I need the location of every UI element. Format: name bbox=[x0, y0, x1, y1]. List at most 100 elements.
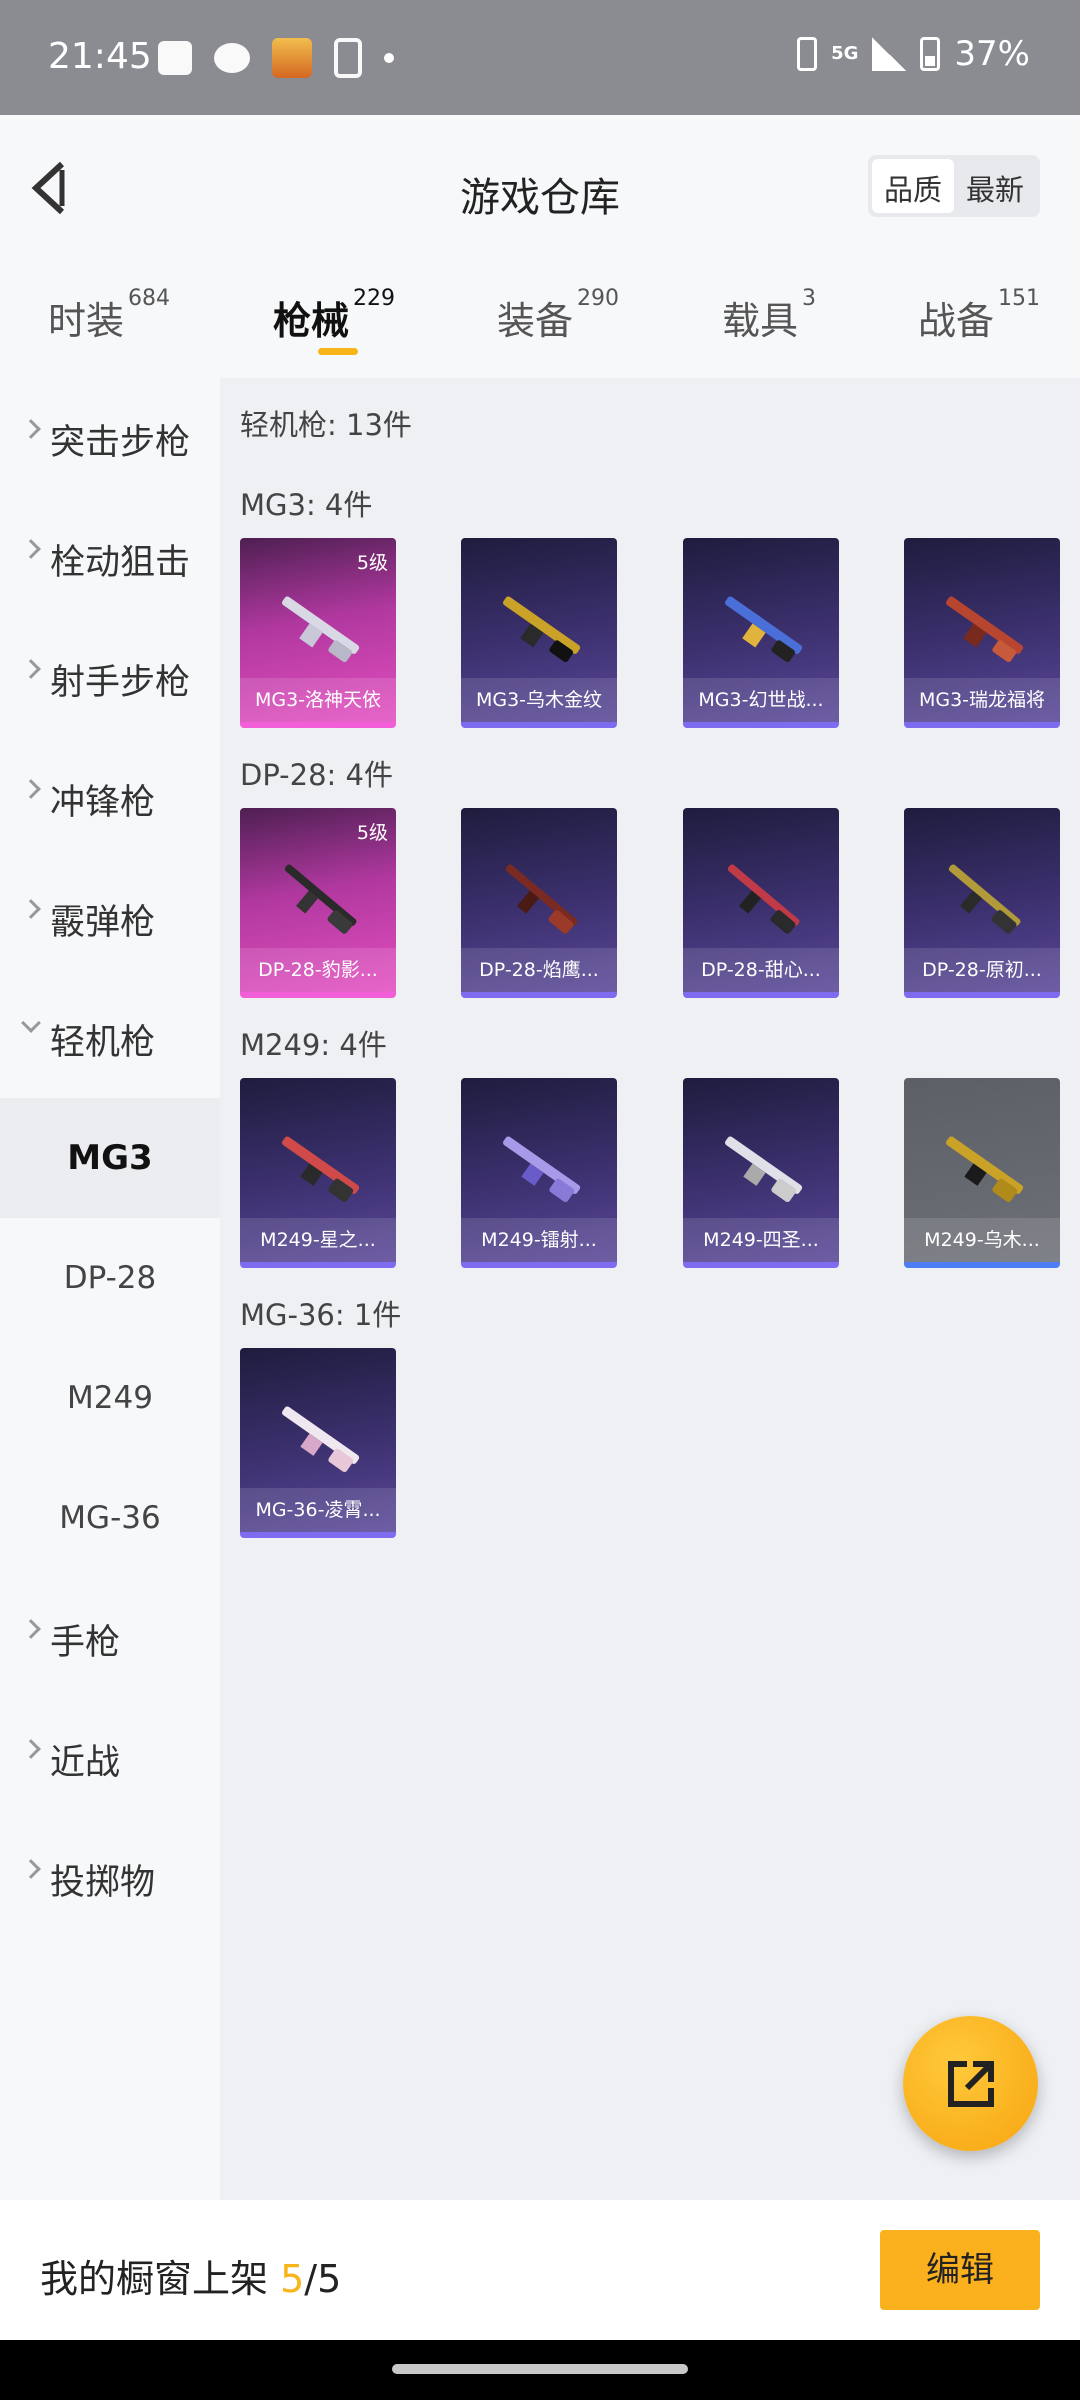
item-card[interactable]: DP-28-焰鹰... bbox=[461, 808, 617, 998]
sidebar-subitem-mg3[interactable]: MG3 bbox=[0, 1098, 220, 1218]
level-badge: 5级 bbox=[356, 822, 388, 844]
item-name: MG-36-凌霄... bbox=[240, 1488, 396, 1532]
item-name: M249-星之... bbox=[240, 1218, 396, 1262]
chevron-down-icon bbox=[21, 1013, 41, 1033]
machine-gun-icon bbox=[946, 1136, 1024, 1203]
machine-gun-icon bbox=[282, 1136, 360, 1203]
tab-guns[interactable]: 枪械229 bbox=[273, 286, 395, 345]
sidebar-item-label: 轻机枪 bbox=[50, 1023, 156, 1063]
category-tabs: 时装684 枪械229 装备290 载具3 战备151 bbox=[0, 260, 1080, 378]
sidebar-item-pistol[interactable]: 手枪 bbox=[0, 1578, 220, 1698]
sidebar-item-label: 冲锋枪 bbox=[50, 783, 156, 823]
battery-icon bbox=[920, 37, 941, 71]
sort-quality-button[interactable]: 品质 bbox=[871, 159, 954, 213]
tab-supplies[interactable]: 战备151 bbox=[918, 286, 1040, 345]
network-label: 5G bbox=[831, 43, 859, 64]
sidebar-item-label: 投掷物 bbox=[50, 1863, 156, 1903]
sidebar-item-label: 射手步枪 bbox=[50, 663, 191, 703]
chevron-right-icon bbox=[21, 419, 41, 439]
sidebar: 突击步枪 栓动狙击 射手步枪 冲锋枪 霰弹枪 轻机枪 MG3 DP-28 M24… bbox=[0, 378, 220, 2200]
share-button[interactable] bbox=[903, 2016, 1038, 2151]
item-card[interactable]: M249-星之... bbox=[240, 1078, 396, 1268]
machine-gun-icon bbox=[505, 864, 578, 934]
battery-level: 37% bbox=[954, 34, 1030, 74]
status-bar: 21:45 5G 37% bbox=[0, 0, 1080, 115]
notification-icons bbox=[158, 36, 394, 80]
machine-gun-icon bbox=[284, 864, 357, 934]
sidebar-item-assault-rifle[interactable]: 突击步枪 bbox=[0, 378, 220, 498]
item-card[interactable]: M249-乌木... bbox=[904, 1078, 1060, 1268]
showcase-total-count: /5 bbox=[304, 2257, 342, 2301]
sort-latest-button[interactable]: 最新 bbox=[954, 159, 1036, 213]
chevron-right-icon bbox=[21, 1619, 41, 1639]
nfc-icon bbox=[797, 37, 818, 71]
tab-count: 3 bbox=[802, 286, 817, 311]
item-card[interactable]: 5级 DP-28-豹影... bbox=[240, 808, 396, 998]
showcase-label: 我的橱窗上架 bbox=[40, 2257, 269, 2301]
system-icons: 5G 37% bbox=[797, 34, 1030, 74]
tab-label: 战备 bbox=[918, 299, 995, 343]
item-card[interactable]: 5级 MG3-洛神天依 bbox=[240, 538, 396, 728]
group-title: DP-28: 4件 bbox=[240, 758, 393, 792]
tab-count: 290 bbox=[577, 286, 620, 311]
item-name: M249-乌木... bbox=[904, 1218, 1060, 1262]
tab-fashion[interactable]: 时装684 bbox=[48, 286, 170, 345]
item-name: DP-28-甜心... bbox=[683, 948, 839, 992]
sidebar-item-label: 霰弹枪 bbox=[50, 903, 156, 943]
external-link-icon bbox=[948, 2061, 994, 2107]
sidebar-item-label: 栓动狙击 bbox=[50, 543, 191, 583]
item-card[interactable]: MG3-乌木金纹 bbox=[461, 538, 617, 728]
item-grid-area: 轻机枪: 13件 MG3: 4件 5级 MG3-洛神天依 MG3-乌木金纹 MG… bbox=[220, 378, 1080, 2200]
chevron-right-icon bbox=[21, 539, 41, 559]
total-count: 轻机枪: 13件 bbox=[240, 408, 412, 442]
machine-gun-icon bbox=[948, 864, 1021, 934]
sidebar-item-smg[interactable]: 冲锋枪 bbox=[0, 738, 220, 858]
sort-toggle: 品质 最新 bbox=[867, 155, 1040, 217]
machine-gun-icon bbox=[503, 596, 581, 663]
item-card[interactable]: MG3-幻世战... bbox=[683, 538, 839, 728]
phone-sync-icon bbox=[334, 38, 362, 78]
tab-vehicles[interactable]: 载具3 bbox=[722, 286, 816, 345]
sidebar-item-lmg[interactable]: 轻机枪 bbox=[0, 978, 220, 1098]
sidebar-item-bolt-sniper[interactable]: 栓动狙击 bbox=[0, 498, 220, 618]
chevron-right-icon bbox=[21, 1859, 41, 1879]
group-title: MG-36: 1件 bbox=[240, 1298, 402, 1332]
item-card[interactable]: M249-镭射... bbox=[461, 1078, 617, 1268]
wechat-icon bbox=[214, 43, 250, 73]
chevron-right-icon bbox=[21, 659, 41, 679]
sidebar-item-throwables[interactable]: 投掷物 bbox=[0, 1818, 220, 1938]
item-card[interactable]: MG-36-凌霄... bbox=[240, 1348, 396, 1538]
sidebar-subitem-m249[interactable]: M249 bbox=[0, 1338, 220, 1458]
item-name: DP-28-原初... bbox=[904, 948, 1060, 992]
item-card[interactable]: DP-28-原初... bbox=[904, 808, 1060, 998]
sidebar-item-label: 近战 bbox=[50, 1743, 121, 1783]
item-card[interactable]: MG3-瑞龙福将 bbox=[904, 538, 1060, 728]
item-name: MG3-乌木金纹 bbox=[461, 678, 617, 722]
sidebar-item-melee[interactable]: 近战 bbox=[0, 1698, 220, 1818]
sidebar-item-shotgun[interactable]: 霰弹枪 bbox=[0, 858, 220, 978]
tab-count: 684 bbox=[128, 286, 171, 311]
sidebar-item-marksman-rifle[interactable]: 射手步枪 bbox=[0, 618, 220, 738]
showcase-bar: 我的橱窗上架 5/5 编辑 bbox=[0, 2200, 1080, 2340]
chevron-right-icon bbox=[21, 779, 41, 799]
edit-button[interactable]: 编辑 bbox=[880, 2230, 1040, 2310]
system-nav-bar bbox=[0, 2340, 1080, 2400]
sidebar-subitem-mg36[interactable]: MG-36 bbox=[0, 1458, 220, 1578]
home-gesture-handle[interactable] bbox=[392, 2364, 688, 2374]
sidebar-subitem-dp28[interactable]: DP-28 bbox=[0, 1218, 220, 1338]
item-card[interactable]: DP-28-甜心... bbox=[683, 808, 839, 998]
tab-equipment[interactable]: 装备290 bbox=[497, 286, 619, 345]
machine-gun-icon bbox=[725, 1136, 803, 1203]
item-name: MG3-幻世战... bbox=[683, 678, 839, 722]
signal-icon bbox=[872, 37, 907, 71]
machine-gun-icon bbox=[282, 1406, 360, 1473]
tab-label: 枪械 bbox=[273, 299, 350, 343]
item-name: DP-28-豹影... bbox=[240, 948, 396, 992]
item-name: DP-28-焰鹰... bbox=[461, 948, 617, 992]
group-title: M249: 4件 bbox=[240, 1028, 387, 1062]
machine-gun-icon bbox=[725, 596, 803, 663]
item-name: M249-镭射... bbox=[461, 1218, 617, 1262]
item-card[interactable]: M249-四圣... bbox=[683, 1078, 839, 1268]
item-name: M249-四圣... bbox=[683, 1218, 839, 1262]
machine-gun-icon bbox=[282, 596, 360, 663]
